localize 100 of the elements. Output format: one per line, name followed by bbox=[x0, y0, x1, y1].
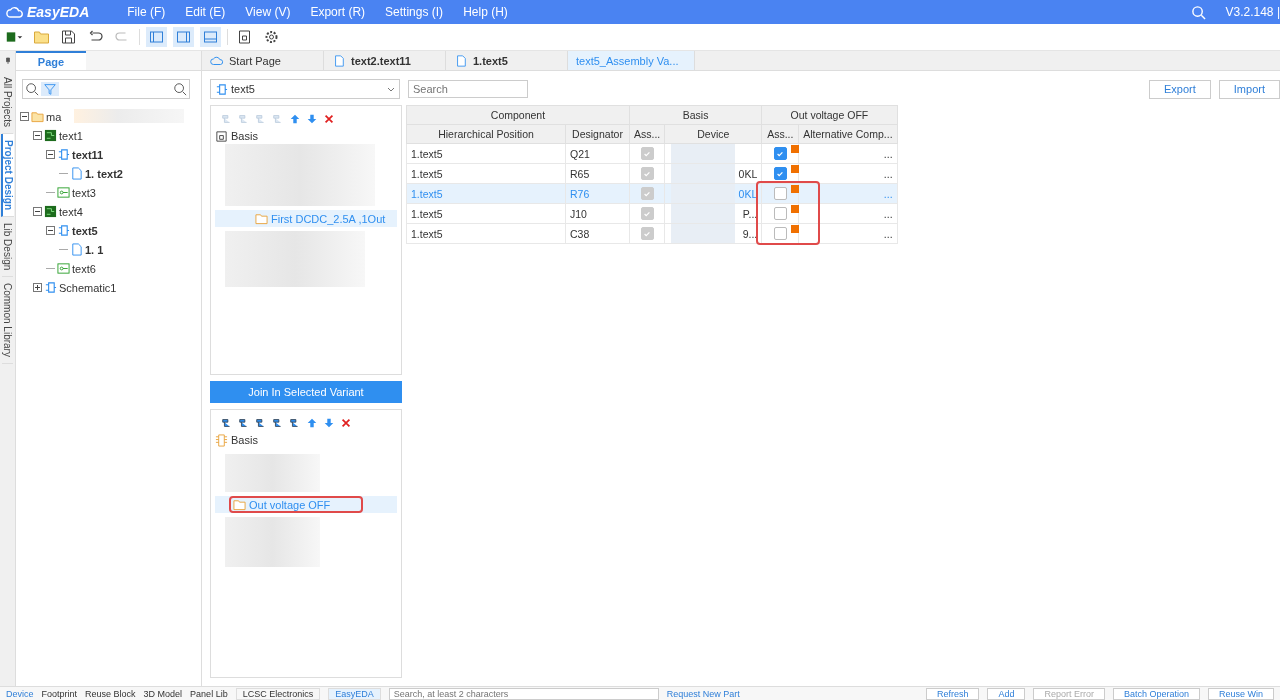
right-panel-icon[interactable] bbox=[173, 27, 194, 47]
toolbar-button[interactable]: Import bbox=[1218, 79, 1280, 99]
menu-item[interactable]: View (V) bbox=[245, 5, 291, 19]
column-group-header: Component bbox=[406, 105, 630, 125]
filter-search-field[interactable] bbox=[22, 79, 190, 99]
checkbox[interactable] bbox=[773, 167, 787, 181]
table-cell: P... bbox=[742, 207, 758, 220]
more-button[interactable]: ... bbox=[883, 227, 893, 240]
tree-item[interactable]: text5 bbox=[72, 224, 98, 237]
source-tab[interactable]: EasyEDA bbox=[328, 687, 381, 700]
document-icon bbox=[454, 54, 468, 67]
table-cell: C38 bbox=[565, 223, 630, 244]
variant-dropdown[interactable]: text5 bbox=[210, 79, 400, 99]
bottom-panel-icon[interactable] bbox=[200, 27, 221, 47]
left-panel-icon[interactable] bbox=[146, 27, 167, 47]
tree-item[interactable]: 1. text2 bbox=[85, 167, 123, 180]
menu-item[interactable]: Settings (I) bbox=[385, 5, 444, 19]
tree-item[interactable]: text11 bbox=[72, 148, 104, 161]
table-cell: R65 bbox=[565, 163, 630, 184]
tree-tool-icon[interactable] bbox=[272, 417, 284, 429]
document-tab[interactable]: Start Page bbox=[202, 51, 324, 70]
collapse-icon[interactable] bbox=[46, 226, 55, 235]
delete-icon[interactable] bbox=[323, 113, 335, 125]
document-tab[interactable]: text2.text11 bbox=[324, 51, 446, 70]
menu-item[interactable]: Edit (E) bbox=[185, 5, 226, 19]
caret-icon bbox=[387, 86, 395, 92]
menu-item[interactable]: File (F) bbox=[127, 5, 166, 19]
collapse-icon[interactable] bbox=[46, 150, 55, 159]
schematic-icon bbox=[57, 148, 70, 161]
menu-item[interactable]: Export (R) bbox=[310, 5, 366, 19]
source-tab[interactable]: LCSC Electronics bbox=[235, 687, 321, 700]
tree-item[interactable]: text1 bbox=[59, 129, 83, 142]
library-button[interactable]: Batch Operation bbox=[1112, 687, 1200, 700]
library-tab[interactable]: 3D Model bbox=[143, 688, 183, 699]
tree-tool-icon[interactable] bbox=[255, 417, 267, 429]
checkbox[interactable] bbox=[773, 187, 787, 201]
folder-icon bbox=[31, 110, 44, 123]
tree-item[interactable]: ma bbox=[46, 110, 62, 123]
checkbox[interactable] bbox=[773, 207, 787, 221]
library-search-field[interactable]: Search, at least 2 characters bbox=[388, 687, 659, 700]
library-button[interactable]: Add bbox=[987, 687, 1026, 700]
more-button[interactable]: ... bbox=[883, 207, 893, 220]
tree-item[interactable]: Basis bbox=[231, 130, 258, 142]
collapse-icon[interactable] bbox=[20, 112, 29, 121]
cloud-icon bbox=[210, 54, 224, 67]
more-button[interactable]: ... bbox=[883, 167, 893, 180]
document-icon bbox=[70, 167, 83, 180]
checkbox[interactable] bbox=[773, 147, 787, 161]
library-tab[interactable]: Reuse Block bbox=[85, 688, 136, 699]
request-part-link[interactable]: Request New Part bbox=[666, 688, 740, 699]
side-tab[interactable]: Project Design bbox=[1, 134, 14, 218]
search-icon[interactable] bbox=[1190, 4, 1206, 20]
search-field[interactable]: Search bbox=[408, 80, 528, 98]
table-cell: 1.text5 bbox=[406, 203, 566, 224]
collapse-icon[interactable] bbox=[33, 131, 42, 140]
tree-item[interactable]: text4 bbox=[59, 205, 83, 218]
tree-tool-icon[interactable] bbox=[238, 417, 250, 429]
side-tab[interactable]: Lib Design bbox=[2, 217, 13, 278]
tree-item[interactable]: Basis bbox=[231, 434, 258, 446]
table-cell: 0KL bbox=[738, 167, 758, 180]
up-arrow-icon[interactable] bbox=[289, 113, 301, 125]
tree-item[interactable]: Schematic1 bbox=[59, 281, 117, 294]
table-cell: 1.text5 bbox=[406, 223, 566, 244]
delete-icon[interactable] bbox=[340, 417, 352, 429]
toolbar-button[interactable]: Export bbox=[1149, 79, 1211, 99]
schematic-icon bbox=[215, 82, 228, 96]
menu-item[interactable]: Help (H) bbox=[463, 5, 508, 19]
down-arrow-icon[interactable] bbox=[323, 417, 335, 429]
tree-tool-icon[interactable] bbox=[221, 417, 233, 429]
down-arrow-icon[interactable] bbox=[306, 113, 318, 125]
library-tab[interactable]: Footprint bbox=[41, 688, 78, 699]
circuit-board-icon bbox=[44, 205, 57, 218]
up-arrow-icon[interactable] bbox=[306, 417, 318, 429]
check-icon bbox=[776, 169, 785, 178]
chip-icon bbox=[215, 433, 228, 447]
expand-icon[interactable] bbox=[33, 283, 42, 292]
library-tab[interactable]: Panel Lib bbox=[190, 688, 228, 699]
library-tab[interactable]: Device bbox=[6, 688, 34, 699]
tree-item[interactable]: text6 bbox=[72, 262, 96, 275]
table-cell: 0KL bbox=[738, 187, 758, 200]
checkbox[interactable] bbox=[773, 227, 787, 241]
folder-icon bbox=[233, 498, 246, 511]
side-tab[interactable]: Common Library bbox=[2, 277, 13, 365]
tree-tool-icon[interactable] bbox=[289, 417, 301, 429]
column-group-header: Out voltage OFF bbox=[761, 105, 898, 125]
collapse-icon[interactable] bbox=[33, 207, 42, 216]
tree-item[interactable]: 1. 1 bbox=[85, 243, 104, 256]
tree-item[interactable]: text3 bbox=[72, 186, 96, 199]
pin-icon[interactable] bbox=[4, 57, 11, 65]
circuit-board-icon bbox=[44, 129, 57, 142]
blurred-area bbox=[671, 144, 736, 163]
check-icon bbox=[776, 149, 785, 158]
search-icon bbox=[171, 82, 189, 96]
panel-tab[interactable]: Page bbox=[16, 51, 86, 70]
library-button[interactable]: Reuse Win bbox=[1208, 687, 1274, 700]
highlight-frame bbox=[756, 181, 820, 245]
table-cell: J10 bbox=[565, 203, 630, 224]
library-button[interactable]: Refresh bbox=[925, 687, 980, 700]
pcb-icon bbox=[57, 262, 70, 275]
more-button[interactable]: ... bbox=[883, 147, 893, 160]
